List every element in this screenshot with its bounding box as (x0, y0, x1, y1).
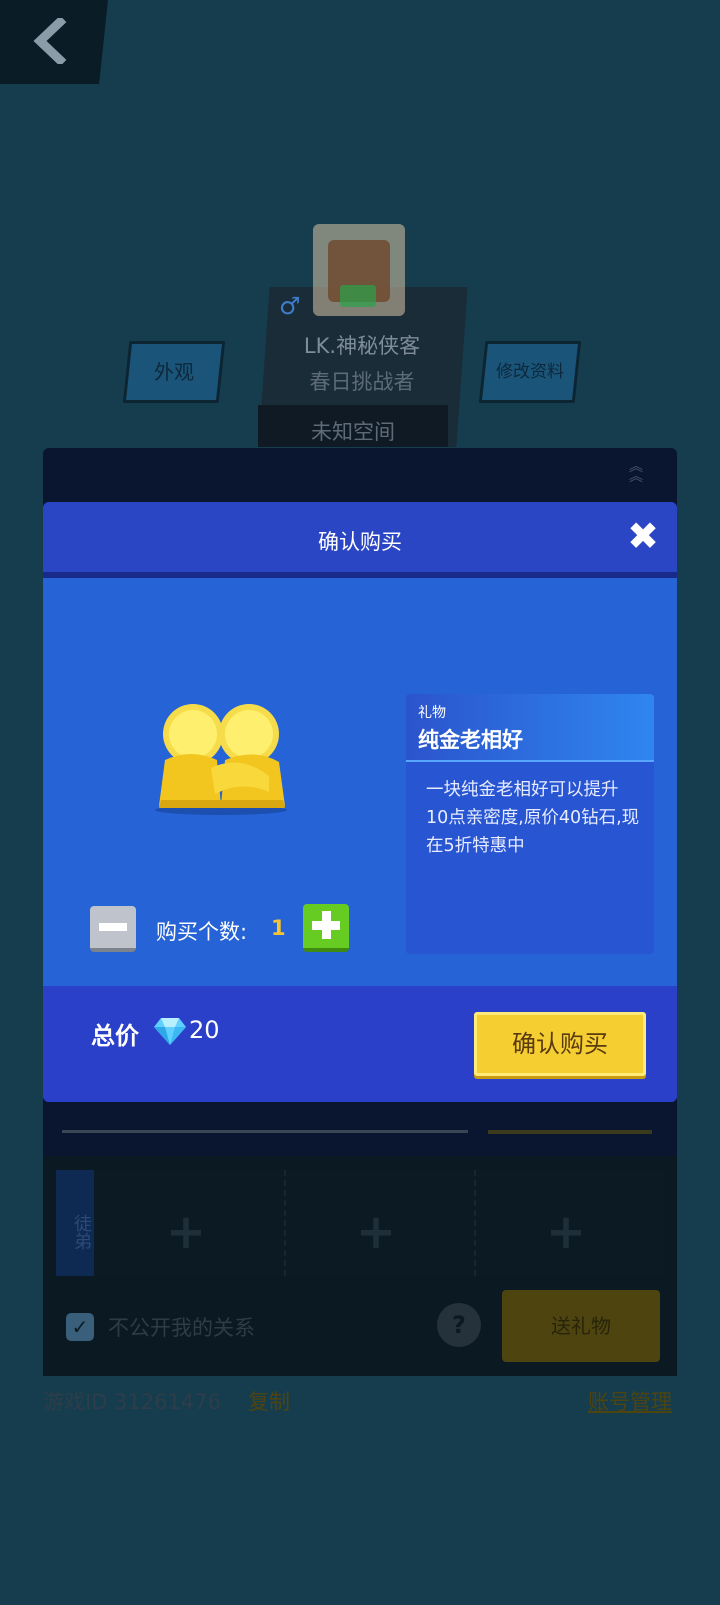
gender-male-icon: ♂ (279, 292, 301, 320)
appearance-button[interactable]: 外观 (122, 341, 226, 403)
gift-name: 纯金老相好 (418, 728, 523, 752)
add-slot-icon: + (355, 1204, 397, 1260)
hide-relation-checkbox[interactable]: ✓ (66, 1313, 94, 1341)
add-slot-icon: + (545, 1204, 587, 1260)
apprentice-label: 徒弟 (71, 1214, 92, 1250)
gift-gold-icon (155, 704, 287, 815)
divider-right (488, 1130, 652, 1134)
chevron-left-icon[interactable] (30, 18, 70, 64)
confirm-purchase-dialog: 确认购买 ✖ 购买个数: 1 礼物 纯金老相好 一块纯金老相好可以提升10点亲密… (43, 502, 677, 1102)
player-name: LK.神秘侠客 (303, 334, 421, 358)
increase-quantity-button[interactable] (303, 904, 349, 952)
player-location: 未知空间 (311, 420, 395, 444)
gift-description: 一块纯金老相好可以提升10点亲密度,原价40钻石,现在5折特惠中 (426, 780, 640, 856)
total-price-label: 总价 (91, 1022, 139, 1050)
diamond-icon (154, 1018, 186, 1045)
edit-profile-button-label: 修改资料 (496, 362, 564, 382)
divider-left (62, 1130, 468, 1133)
close-icon[interactable]: ✖ (623, 516, 663, 556)
game-profile-screen: ♂ LK.神秘侠客 春日挑战者 未知空间 外观 修改资料 ︽ ︽ 徒弟 + + +… (0, 0, 720, 1605)
dialog-title: 确认购买 (318, 530, 402, 554)
collapse-chevron-icon[interactable]: ︽ ︽ (629, 460, 643, 484)
help-icon[interactable]: ? (437, 1303, 481, 1347)
decrease-quantity-button[interactable] (90, 906, 136, 952)
gift-tag: 礼物 (418, 705, 446, 721)
appearance-button-label: 外观 (154, 360, 194, 384)
send-gift-button[interactable]: 送礼物 (502, 1290, 660, 1362)
total-price-value: 20 (189, 1016, 220, 1044)
avatar-mask-icon (340, 285, 376, 307)
game-id: 游戏ID 31261476 (43, 1390, 221, 1414)
account-management-link[interactable]: 账号管理 (588, 1386, 672, 1416)
edit-profile-button[interactable]: 修改资料 (478, 341, 582, 403)
player-title: 春日挑战者 (309, 370, 415, 394)
copy-id-link[interactable]: 复制 (248, 1386, 290, 1416)
quantity-value: 1 (271, 916, 286, 940)
gift-info-box: 礼物 纯金老相好 一块纯金老相好可以提升10点亲密度,原价40钻石,现在5折特惠… (406, 694, 654, 954)
confirm-purchase-button[interactable]: 确认购买 (474, 1012, 646, 1076)
add-slot-icon: + (165, 1204, 207, 1260)
quantity-label: 购买个数: (156, 920, 248, 944)
confirm-purchase-label: 确认购买 (512, 1030, 608, 1058)
hide-relation-label: 不公开我的关系 (108, 1316, 255, 1340)
